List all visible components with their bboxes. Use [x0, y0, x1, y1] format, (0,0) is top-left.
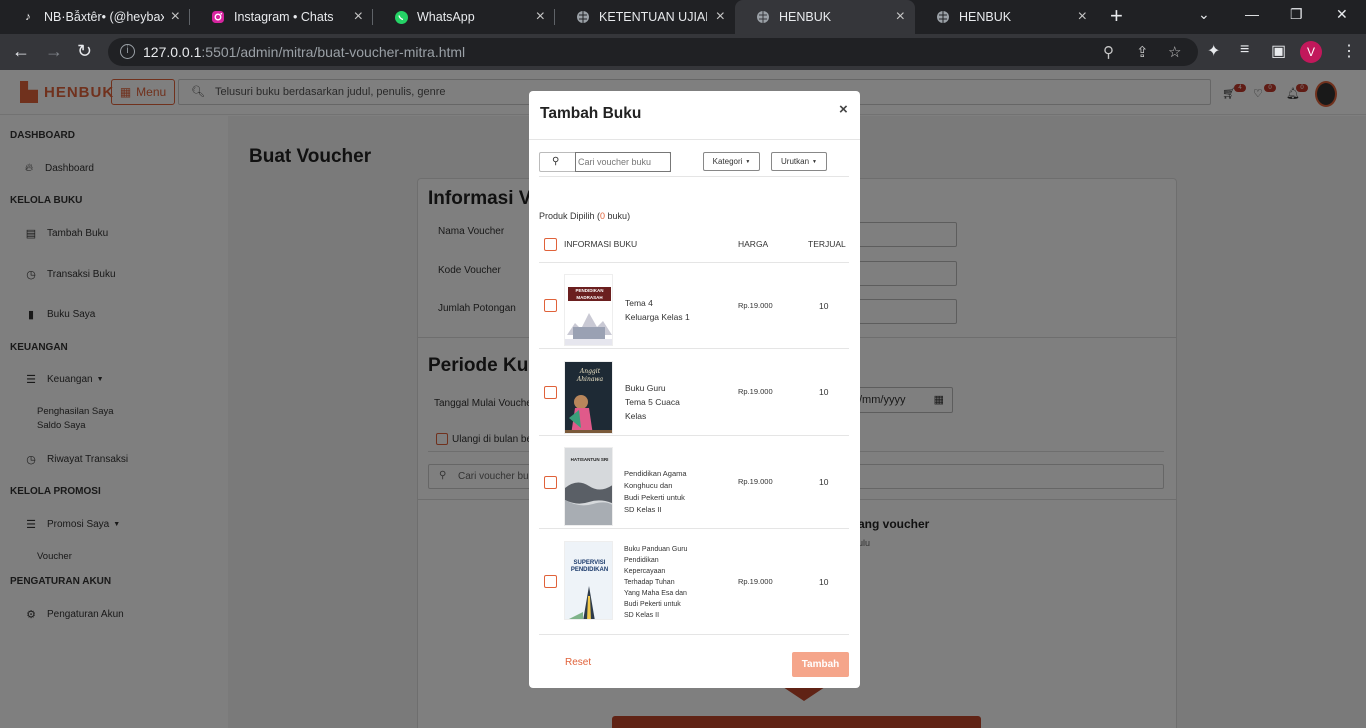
close-icon[interactable]: × [536, 9, 545, 25]
book-cover-image: HATISANTUN SRI [564, 447, 613, 526]
profile-avatar[interactable]: V [1300, 41, 1322, 63]
tab-label: HENBUK [959, 10, 1012, 24]
back-icon[interactable]: ← [12, 40, 30, 62]
tab-label: WhatsApp [417, 10, 475, 24]
modal-search: ⚲ Cari voucher buku [539, 152, 671, 172]
browser-tab[interactable]: ♪ NB·Bẫxtêr• (@heybax × [0, 0, 190, 34]
forward-icon[interactable]: → [45, 40, 63, 62]
book-cover-image: Anggit Ahinawa [564, 361, 613, 434]
side-panel-icon[interactable]: ▣ [1271, 41, 1286, 61]
close-icon[interactable]: × [354, 9, 363, 25]
more-menu-icon[interactable]: ⋮ [1341, 41, 1357, 61]
browser-tab-active[interactable]: HENBUK × [735, 0, 915, 34]
reset-button[interactable]: Reset [565, 657, 591, 668]
book-price: Rp.19.000 [738, 477, 773, 486]
globe-icon [575, 9, 591, 25]
column-header-sold: TERJUAL [808, 239, 846, 249]
row-checkbox[interactable] [544, 386, 557, 399]
media-control-icon[interactable]: ≡ [1240, 41, 1249, 59]
book-sold: 10 [819, 301, 829, 311]
book-title: Pendidikan Agama Konghucu dan Budi Pekerti… [624, 469, 687, 514]
book-price: Rp.19.000 [738, 301, 773, 310]
book-price: Rp.19.000 [738, 577, 773, 586]
tambah-buku-modal: Tambah Buku × ⚲ Cari voucher buku Katego… [529, 91, 860, 688]
modal-search-input[interactable]: Cari voucher buku [575, 152, 671, 172]
url-text[interactable]: 127.0.0.1:5501/admin/mitra/buat-voucher-… [143, 44, 465, 60]
tiktok-icon: ♪ [25, 11, 31, 23]
tab-search-icon[interactable]: ⌄ [1198, 6, 1210, 23]
cover-title: SUPERVISI PENDIDIKAN [570, 560, 609, 573]
caret-down-icon: ▼ [812, 158, 817, 165]
divider [539, 348, 849, 349]
instagram-icon [210, 9, 226, 25]
globe-icon [755, 9, 771, 25]
browser-tab[interactable]: Instagram • Chats × [190, 0, 373, 34]
browser-tab[interactable]: WhatsApp × [373, 0, 555, 34]
cover-title: Anggit Ahinawa [576, 368, 604, 383]
tab-label: HENBUK [779, 10, 832, 24]
minimize-icon[interactable]: — [1245, 6, 1259, 22]
close-icon[interactable]: × [839, 101, 848, 118]
close-window-icon[interactable]: ✕ [1336, 6, 1348, 23]
book-sold: 10 [819, 577, 829, 587]
extensions-icon[interactable]: ✦ [1207, 41, 1220, 61]
selected-count: Produk Dipilih (0 buku) [539, 211, 631, 221]
close-icon[interactable]: × [1078, 9, 1087, 25]
column-header-info: INFORMASI BUKU [564, 239, 638, 249]
tab-label: Instagram • Chats [234, 10, 334, 24]
book-cover-image: PENDIDIKAN MADRASAH [564, 274, 613, 346]
row-checkbox[interactable] [544, 575, 557, 588]
cover-title: PENDIDIKAN MADRASAH [568, 287, 611, 301]
address-toolbar: ← → ↻ i 127.0.0.1:5501/admin/mitra/buat-… [0, 34, 1366, 70]
share-icon[interactable]: ⇪ [1136, 43, 1149, 61]
search-icon: ⚲ [552, 156, 560, 167]
close-icon[interactable]: × [896, 9, 905, 25]
site-info-icon[interactable]: i [120, 44, 135, 59]
tambah-button[interactable]: Tambah [792, 652, 849, 677]
book-price: Rp.19.000 [738, 387, 773, 396]
browser-tab-strip: ♪ NB·Bẫxtêr• (@heybax × Instagram • Chat… [0, 0, 1366, 34]
book-cover-image: SUPERVISI PENDIDIKAN [564, 541, 613, 620]
zoom-icon[interactable]: ⚲ [1103, 43, 1114, 61]
cover-title: HATISANTUN SRI [570, 457, 609, 462]
row-checkbox[interactable] [544, 476, 557, 489]
caret-down-icon: ▼ [745, 158, 751, 165]
url-bar[interactable]: i 127.0.0.1:5501/admin/mitra/buat-vouche… [108, 38, 1198, 66]
bookmark-star-icon[interactable]: ☆ [1168, 43, 1181, 61]
book-title: Buku Guru Tema 5 Cuaca Kelas [625, 383, 680, 421]
divider [539, 435, 849, 436]
kategori-dropdown[interactable]: Kategori ▼ [703, 152, 760, 171]
browser-tab[interactable]: HENBUK × [915, 0, 1097, 34]
close-icon[interactable]: × [171, 9, 180, 25]
book-title: Tema 4 Keluarga Kelas 1 [625, 298, 690, 322]
divider [539, 262, 849, 263]
reload-icon[interactable]: ↻ [77, 40, 92, 62]
tab-label: KETENTUAN UJIAN PR [599, 10, 707, 24]
book-sold: 10 [819, 477, 829, 487]
urutkan-dropdown[interactable]: Urutkan ▼ [771, 152, 827, 171]
select-all-checkbox[interactable] [544, 238, 557, 251]
tab-label: NB·Bẫxtêr• (@heybax [44, 10, 164, 24]
close-icon[interactable]: × [716, 9, 725, 25]
whatsapp-icon [393, 9, 409, 25]
divider [529, 139, 860, 140]
divider [539, 634, 849, 635]
divider [539, 528, 849, 529]
browser-tab[interactable]: KETENTUAN UJIAN PR × [555, 0, 735, 34]
divider [539, 176, 849, 177]
globe-icon [935, 9, 951, 25]
row-checkbox[interactable] [544, 299, 557, 312]
new-tab-icon[interactable]: + [1110, 5, 1123, 27]
restore-icon[interactable]: ❐ [1290, 6, 1303, 23]
column-header-price: HARGA [738, 239, 769, 249]
modal-title: Tambah Buku [540, 105, 642, 122]
book-sold: 10 [819, 387, 829, 397]
book-title: Buku Panduan Guru Pendidikan Kepercayaan Te… [624, 546, 688, 619]
